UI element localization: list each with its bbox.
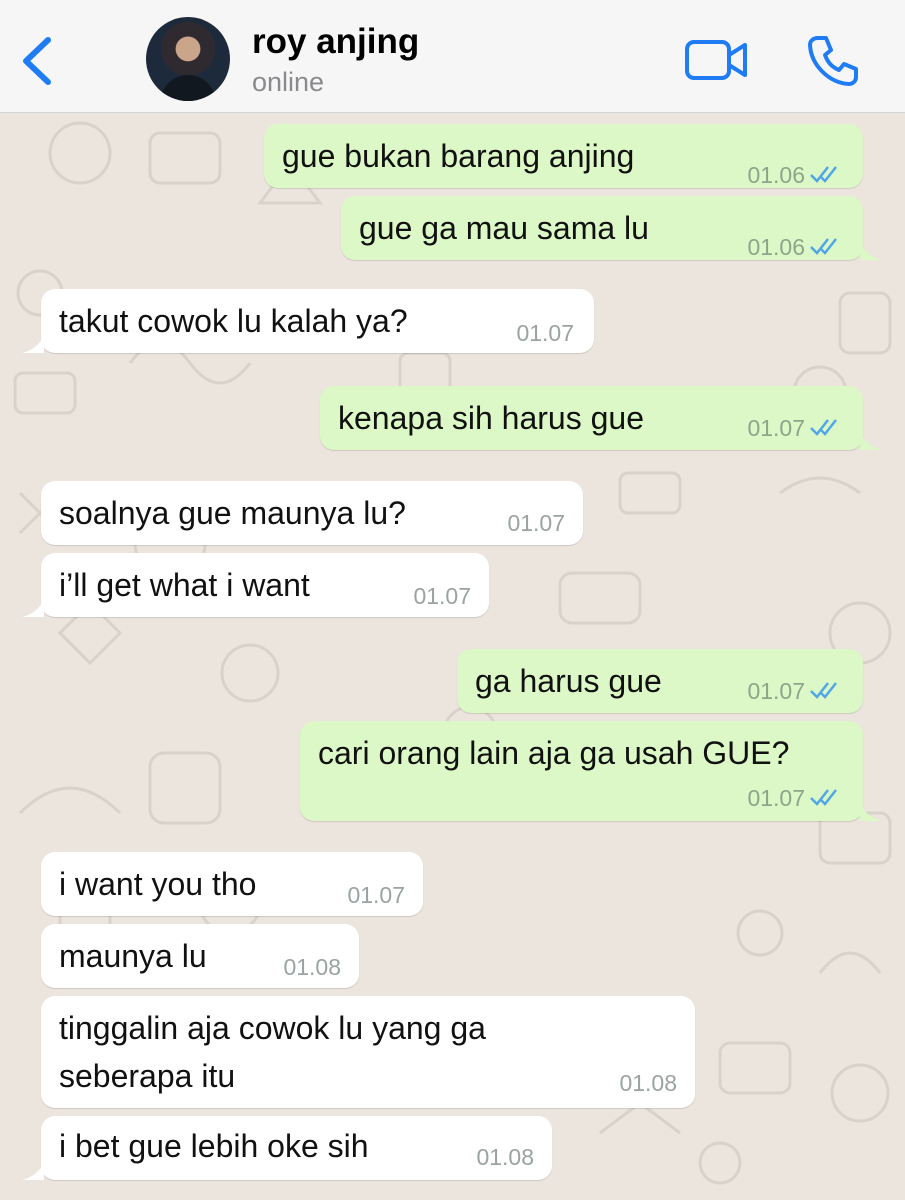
message-text: takut cowok lu kalah ya? [59,303,408,339]
back-button[interactable] [18,34,58,88]
incoming-message[interactable]: takut cowok lu kalah ya? 01.07 [41,289,594,353]
message-time: 01.08 [283,954,341,980]
contact-avatar[interactable] [146,17,230,101]
video-call-button[interactable] [684,38,748,82]
message-text: gue bukan barang anjing [282,138,635,174]
incoming-message[interactable]: i’ll get what i want 01.07 [41,553,489,617]
outgoing-message[interactable]: ga harus gue 01.07 [457,649,863,713]
message-time: 01.07 [747,678,805,704]
message-time: 01.07 [747,415,805,441]
message-text-line-1: tinggalin aja cowok lu yang ga [59,1010,486,1046]
bubble-tail [860,432,882,450]
message-time: 01.06 [747,162,805,188]
message-time: 01.07 [747,785,805,811]
video-camera-icon [685,40,747,80]
message-time: 01.07 [347,882,405,908]
incoming-message[interactable]: maunya lu 01.08 [41,924,359,988]
message-text: i’ll get what i want [59,567,310,603]
double-check-icon [810,419,837,436]
avatar-silhouette [160,75,216,101]
double-check-icon [810,789,837,806]
incoming-message[interactable]: i bet gue lebih oke sih 01.08 [41,1116,552,1180]
message-time: 01.07 [507,510,565,536]
incoming-message[interactable]: soalnya gue maunya lu? 01.07 [41,481,583,545]
voice-call-button[interactable] [806,34,860,88]
bubble-tail [22,335,44,353]
outgoing-message[interactable]: gue ga mau sama lu 01.06 [341,196,863,260]
message-text: i want you tho [59,866,257,902]
incoming-message[interactable]: i want you tho 01.07 [41,852,423,916]
bubble-tail [860,242,882,260]
message-text: gue ga mau sama lu [359,210,649,246]
message-text: maunya lu [59,938,207,974]
phone-icon [808,36,858,86]
bubble-tail [22,1162,44,1180]
message-text-line-2: seberapa itu [59,1058,236,1094]
bubble-tail [860,803,882,821]
message-time: 01.06 [747,234,805,260]
outgoing-message[interactable]: kenapa sih harus gue 01.07 [320,386,863,450]
message-time: 01.07 [413,583,471,609]
message-text: kenapa sih harus gue [338,400,644,436]
contact-status: online [252,67,325,97]
message-time: 01.08 [619,1070,677,1096]
message-text: cari orang lain aja ga usah GUE? [318,735,790,771]
double-check-icon [810,166,837,183]
incoming-message[interactable]: tinggalin aja cowok lu yang ga seberapa … [41,996,695,1108]
message-text: ga harus gue [475,663,662,699]
message-text: i bet gue lebih oke sih [59,1128,369,1164]
double-check-icon [810,238,837,255]
double-check-icon [810,682,837,699]
message-time: 01.08 [476,1144,534,1170]
chat-header: roy anjing online [0,0,905,113]
chat-area[interactable]: gue bukan barang anjing 01.06 gue ga mau… [0,113,905,1200]
contact-name[interactable]: roy anjing [252,22,419,62]
message-text: soalnya gue maunya lu? [59,495,406,531]
outgoing-message[interactable]: gue bukan barang anjing 01.06 [264,124,863,188]
outgoing-message[interactable]: cari orang lain aja ga usah GUE? 01.07 [300,721,863,821]
chevron-left-icon [23,37,51,85]
message-time: 01.07 [516,320,574,346]
bubble-tail [22,599,44,617]
